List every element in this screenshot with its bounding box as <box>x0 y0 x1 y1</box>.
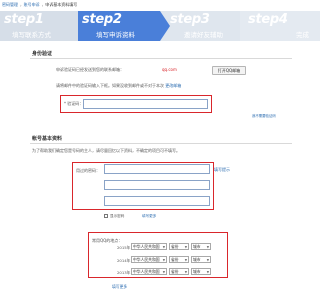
city-select[interactable]: 城市 ▼ <box>191 243 211 250</box>
step-1: step1 填写联系方式 <box>0 11 78 41</box>
email-notice: 申诉验证码已经发送到您的联系邮箱： qq.com <box>56 67 177 73</box>
province-select-value: 省份 <box>171 243 179 249</box>
country-select-value: 中华人民共和国 <box>133 256 160 262</box>
verification-code-input[interactable] <box>83 99 208 109</box>
code-label: * 验证码： <box>64 101 84 106</box>
province-select[interactable]: 省份 ▼ <box>169 256 189 263</box>
chevron-down-icon: ▼ <box>206 245 209 249</box>
password-input-2[interactable] <box>104 180 210 190</box>
step-4: step4 完成 <box>240 11 320 41</box>
password-hint-link[interactable]: 填写提示 <box>214 167 230 173</box>
chevron-down-icon: ▼ <box>162 245 165 249</box>
province-select-value: 省份 <box>171 256 179 262</box>
chevron-down-icon: ▼ <box>162 258 165 262</box>
progress-steps: step1 填写联系方式 step2 填写申诉资料 step3 邀请好友辅助 s… <box>0 11 320 41</box>
city-select[interactable]: 城市 ▼ <box>191 268 211 275</box>
location-year-2013: 2013年 <box>117 270 131 275</box>
step-4-sub: 完成 <box>296 31 309 39</box>
chevron-down-icon: ▼ <box>162 270 165 274</box>
email-notice-text: 申诉验证码已经发送到您的联系邮箱： <box>56 67 124 72</box>
city-select-value: 城市 <box>193 256 201 262</box>
show-password-label: 显示密码 <box>110 214 125 218</box>
step-1-sub: 填写联系方式 <box>12 31 51 39</box>
city-select-value: 城市 <box>193 243 201 249</box>
account-intro: 为了帮助我们确定您是号码的主人，请尽量回忆以下资料，不确定的项目可不填写。 <box>32 148 180 153</box>
password-label: 用过的密码： <box>76 168 100 173</box>
show-password-checkbox[interactable] <box>104 214 108 218</box>
province-select[interactable]: 省份 ▼ <box>169 268 189 275</box>
open-mailbox-button[interactable]: 打开QQ邮箱 <box>212 66 246 75</box>
city-select[interactable]: 城市 ▼ <box>191 256 211 263</box>
province-select[interactable]: 省份 ▼ <box>169 243 189 250</box>
step-1-label: step1 <box>4 12 44 27</box>
location-year-2015: 2015年 <box>117 245 131 250</box>
breadcrumb-item-password[interactable]: 密码管理 <box>2 2 18 8</box>
step-4-label: step4 <box>248 12 288 27</box>
chevron-down-icon: ▼ <box>184 245 187 249</box>
city-select-value: 城市 <box>193 268 201 274</box>
step-2-label: step2 <box>82 12 122 27</box>
chevron-down-icon: ▼ <box>184 270 187 274</box>
change-email-link[interactable]: 更改邮箱 <box>165 83 181 88</box>
password-input-1[interactable] <box>104 164 210 174</box>
breadcrumb-item-current: 申诉基本资料填写 <box>45 2 78 7</box>
instruction: 请将邮件中的验证码输入下框。如果没收到邮件或不对于本次 更改邮箱 <box>56 83 181 89</box>
country-select-value: 中华人民共和国 <box>133 268 160 274</box>
step-3-sub: 邀请好友辅助 <box>184 31 223 39</box>
province-select-value: 省份 <box>171 268 179 274</box>
chevron-down-icon: ▼ <box>206 258 209 262</box>
instruction-text: 请将邮件中的验证码输入下框。如果没收到邮件或不对于本次 <box>56 83 166 88</box>
masked-email: qq.com <box>162 67 177 72</box>
divider <box>30 58 292 59</box>
fill-more-locations-link[interactable]: 填写更多 <box>112 284 127 290</box>
chevron-down-icon: ▼ <box>206 270 209 274</box>
country-select[interactable]: 中华人民共和国 ▼ <box>131 256 167 263</box>
no-code-link[interactable]: 我不需要验证码 <box>252 113 276 118</box>
section-title-account: 帐号基本资料 <box>32 136 63 142</box>
breadcrumb-item-appeal[interactable]: 账号申诉 <box>24 2 40 8</box>
location-year-2014: 2014年 <box>117 258 131 263</box>
locations-label: 常用QQ的地点： <box>92 238 123 243</box>
step-2-sub: 填写申诉资料 <box>96 31 135 39</box>
section-title-verify: 身份验证 <box>32 51 53 57</box>
country-select[interactable]: 中华人民共和国 ▼ <box>131 268 167 275</box>
fill-more-passwords-link[interactable]: 填写更多 <box>142 214 156 219</box>
breadcrumb-separator: › <box>20 2 22 8</box>
divider <box>30 143 292 144</box>
country-select-value: 中华人民共和国 <box>133 243 160 249</box>
step-3-label: step3 <box>170 12 210 27</box>
breadcrumb: 密码管理 › 账号申诉 › 申诉基本资料填写 <box>2 1 77 9</box>
breadcrumb-separator: › <box>41 2 44 8</box>
step-2: step2 填写申诉资料 <box>78 11 170 41</box>
chevron-down-icon: ▼ <box>184 258 187 262</box>
step-3: step3 邀请好友辅助 <box>160 11 240 41</box>
password-input-3[interactable] <box>104 196 210 206</box>
country-select[interactable]: 中华人民共和国 ▼ <box>131 243 167 250</box>
